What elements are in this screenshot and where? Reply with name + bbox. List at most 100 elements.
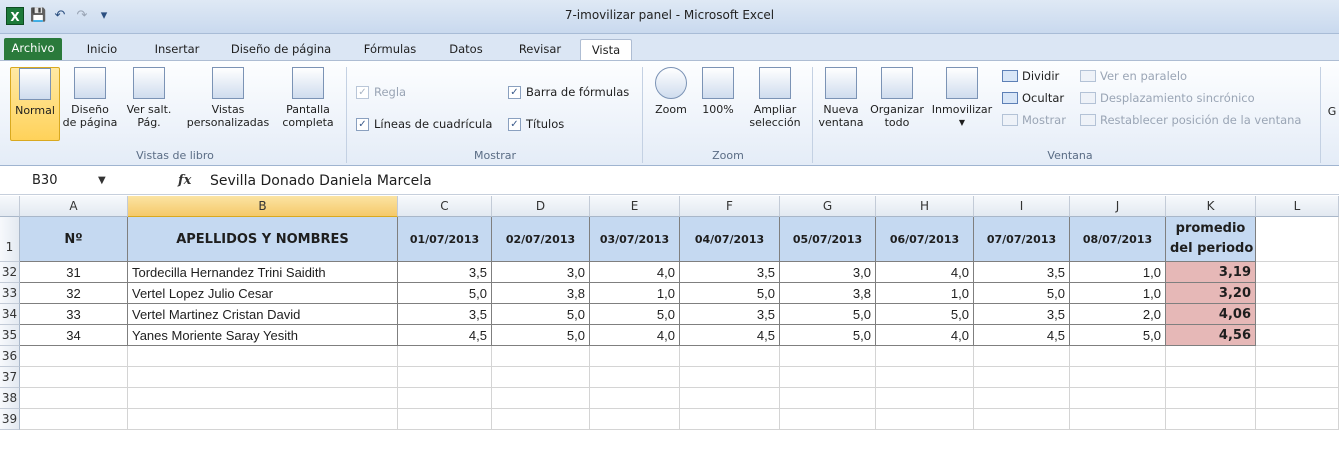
header-date[interactable]: 07/07/2013 <box>974 217 1070 262</box>
empty-cell[interactable] <box>1256 367 1339 388</box>
cell-score[interactable]: 4,5 <box>398 325 492 346</box>
empty-cell[interactable] <box>1166 346 1256 367</box>
column-header-k[interactable]: K <box>1166 196 1256 217</box>
header-date[interactable]: 06/07/2013 <box>876 217 974 262</box>
row-header[interactable]: 37 <box>0 367 20 388</box>
empty-cell[interactable] <box>492 346 590 367</box>
cell-average[interactable]: 4,06 <box>1166 304 1256 325</box>
column-header-g[interactable]: G <box>780 196 876 217</box>
hide-button[interactable]: Ocultar <box>1002 91 1064 105</box>
empty-cell[interactable] <box>398 409 492 430</box>
cell-score[interactable]: 1,0 <box>876 283 974 304</box>
cell-score[interactable]: 4,5 <box>974 325 1070 346</box>
cell-average[interactable]: 3,19 <box>1166 262 1256 283</box>
page-layout-view-button[interactable]: Diseño de página <box>62 67 118 129</box>
custom-views-button[interactable]: Vistas personalizadas <box>182 67 274 129</box>
spreadsheet-grid[interactable]: ABCDEFGHIJKL 1 Nº APELLIDOS Y NOMBRES 01/07… <box>0 196 1339 449</box>
empty-cell[interactable] <box>20 346 128 367</box>
select-all-corner[interactable] <box>0 196 20 217</box>
empty-cell[interactable] <box>1256 325 1339 346</box>
split-button[interactable]: Dividir <box>1002 69 1059 83</box>
empty-cell[interactable] <box>1256 346 1339 367</box>
page-break-view-button[interactable]: Ver salt. Pág. <box>124 67 174 129</box>
empty-cell[interactable] <box>1256 409 1339 430</box>
cell-score[interactable]: 2,0 <box>1070 304 1166 325</box>
tab-diseno-pagina[interactable]: Diseño de página <box>222 39 340 60</box>
freeze-panes-button[interactable]: Inmovilizar ▼ <box>930 67 994 129</box>
empty-cell[interactable] <box>876 346 974 367</box>
empty-cell[interactable] <box>1166 409 1256 430</box>
header-date[interactable]: 04/07/2013 <box>680 217 780 262</box>
header-date[interactable]: 02/07/2013 <box>492 217 590 262</box>
empty-cell[interactable] <box>590 409 680 430</box>
tab-datos[interactable]: Datos <box>440 39 492 60</box>
empty-cell[interactable] <box>974 346 1070 367</box>
cell-score[interactable]: 5,0 <box>492 325 590 346</box>
empty-cell[interactable] <box>590 388 680 409</box>
empty-cell[interactable] <box>1256 283 1339 304</box>
normal-view-button[interactable]: Normal <box>10 67 60 141</box>
cell-score[interactable]: 3,5 <box>680 304 780 325</box>
empty-cell[interactable] <box>590 346 680 367</box>
reset-position-button[interactable]: Restablecer posición de la ventana <box>1080 113 1301 127</box>
cell-score[interactable]: 5,0 <box>590 304 680 325</box>
tab-revisar[interactable]: Revisar <box>508 39 572 60</box>
row-header[interactable]: 36 <box>0 346 20 367</box>
cell-score[interactable]: 3,8 <box>492 283 590 304</box>
row-header[interactable]: 38 <box>0 388 20 409</box>
cell-score[interactable]: 1,0 <box>1070 262 1166 283</box>
cell-score[interactable]: 5,0 <box>680 283 780 304</box>
empty-cell[interactable] <box>590 367 680 388</box>
empty-cell[interactable] <box>492 367 590 388</box>
column-header-d[interactable]: D <box>492 196 590 217</box>
arrange-all-button[interactable]: Organizar todo <box>866 67 928 129</box>
column-header-j[interactable]: J <box>1070 196 1166 217</box>
header-name[interactable]: APELLIDOS Y NOMBRES <box>128 217 398 262</box>
unhide-button[interactable]: Mostrar <box>1002 113 1066 127</box>
column-header-i[interactable]: I <box>974 196 1070 217</box>
empty-cell[interactable] <box>1070 367 1166 388</box>
empty-cell[interactable] <box>1256 304 1339 325</box>
column-header-b[interactable]: B <box>128 196 398 217</box>
cell-score[interactable]: 3,5 <box>680 262 780 283</box>
cell-score[interactable]: 4,0 <box>590 325 680 346</box>
empty-cell[interactable] <box>1166 388 1256 409</box>
column-header-a[interactable]: A <box>20 196 128 217</box>
empty-cell[interactable] <box>1256 262 1339 283</box>
cell-average[interactable]: 3,20 <box>1166 283 1256 304</box>
cell-score[interactable]: 1,0 <box>1070 283 1166 304</box>
insert-function-icon[interactable]: fx <box>178 171 191 191</box>
side-by-side-button[interactable]: Ver en paralelo <box>1080 69 1187 83</box>
cell-score[interactable]: 4,0 <box>590 262 680 283</box>
column-header-c[interactable]: C <box>398 196 492 217</box>
empty-cell[interactable] <box>974 409 1070 430</box>
empty-cell[interactable] <box>492 388 590 409</box>
cell-score[interactable]: 5,0 <box>876 304 974 325</box>
cell-score[interactable]: 5,0 <box>780 325 876 346</box>
cell-average[interactable]: 4,56 <box>1166 325 1256 346</box>
gridlines-checkbox[interactable]: ✓ Líneas de cuadrícula <box>356 117 492 131</box>
cell-score[interactable]: 3,5 <box>398 304 492 325</box>
tab-insertar[interactable]: Insertar <box>142 39 212 60</box>
empty-cell[interactable] <box>20 388 128 409</box>
cell-score[interactable]: 1,0 <box>590 283 680 304</box>
row-header[interactable]: 39 <box>0 409 20 430</box>
empty-cell[interactable] <box>974 367 1070 388</box>
header-date[interactable]: 03/07/2013 <box>590 217 680 262</box>
full-screen-button[interactable]: Pantalla completa <box>276 67 340 129</box>
header-average[interactable]: promedio del periodo <box>1166 217 1256 262</box>
header-num[interactable]: Nº <box>20 217 128 262</box>
name-box-dropdown-icon[interactable]: ▼ <box>98 171 106 191</box>
empty-cell[interactable] <box>128 367 398 388</box>
row-header[interactable]: 32 <box>0 262 20 283</box>
cell-name[interactable]: Tordecilla Hernandez Trini Saidith <box>128 262 398 283</box>
header-date[interactable]: 05/07/2013 <box>780 217 876 262</box>
ruler-checkbox[interactable]: ✓ Regla <box>356 85 406 99</box>
tab-vista[interactable]: Vista <box>580 39 632 60</box>
empty-cell[interactable] <box>398 388 492 409</box>
column-header-e[interactable]: E <box>590 196 680 217</box>
empty-cell[interactable] <box>974 388 1070 409</box>
row-header[interactable]: 35 <box>0 325 20 346</box>
cell-score[interactable]: 5,0 <box>398 283 492 304</box>
empty-cell[interactable] <box>128 409 398 430</box>
